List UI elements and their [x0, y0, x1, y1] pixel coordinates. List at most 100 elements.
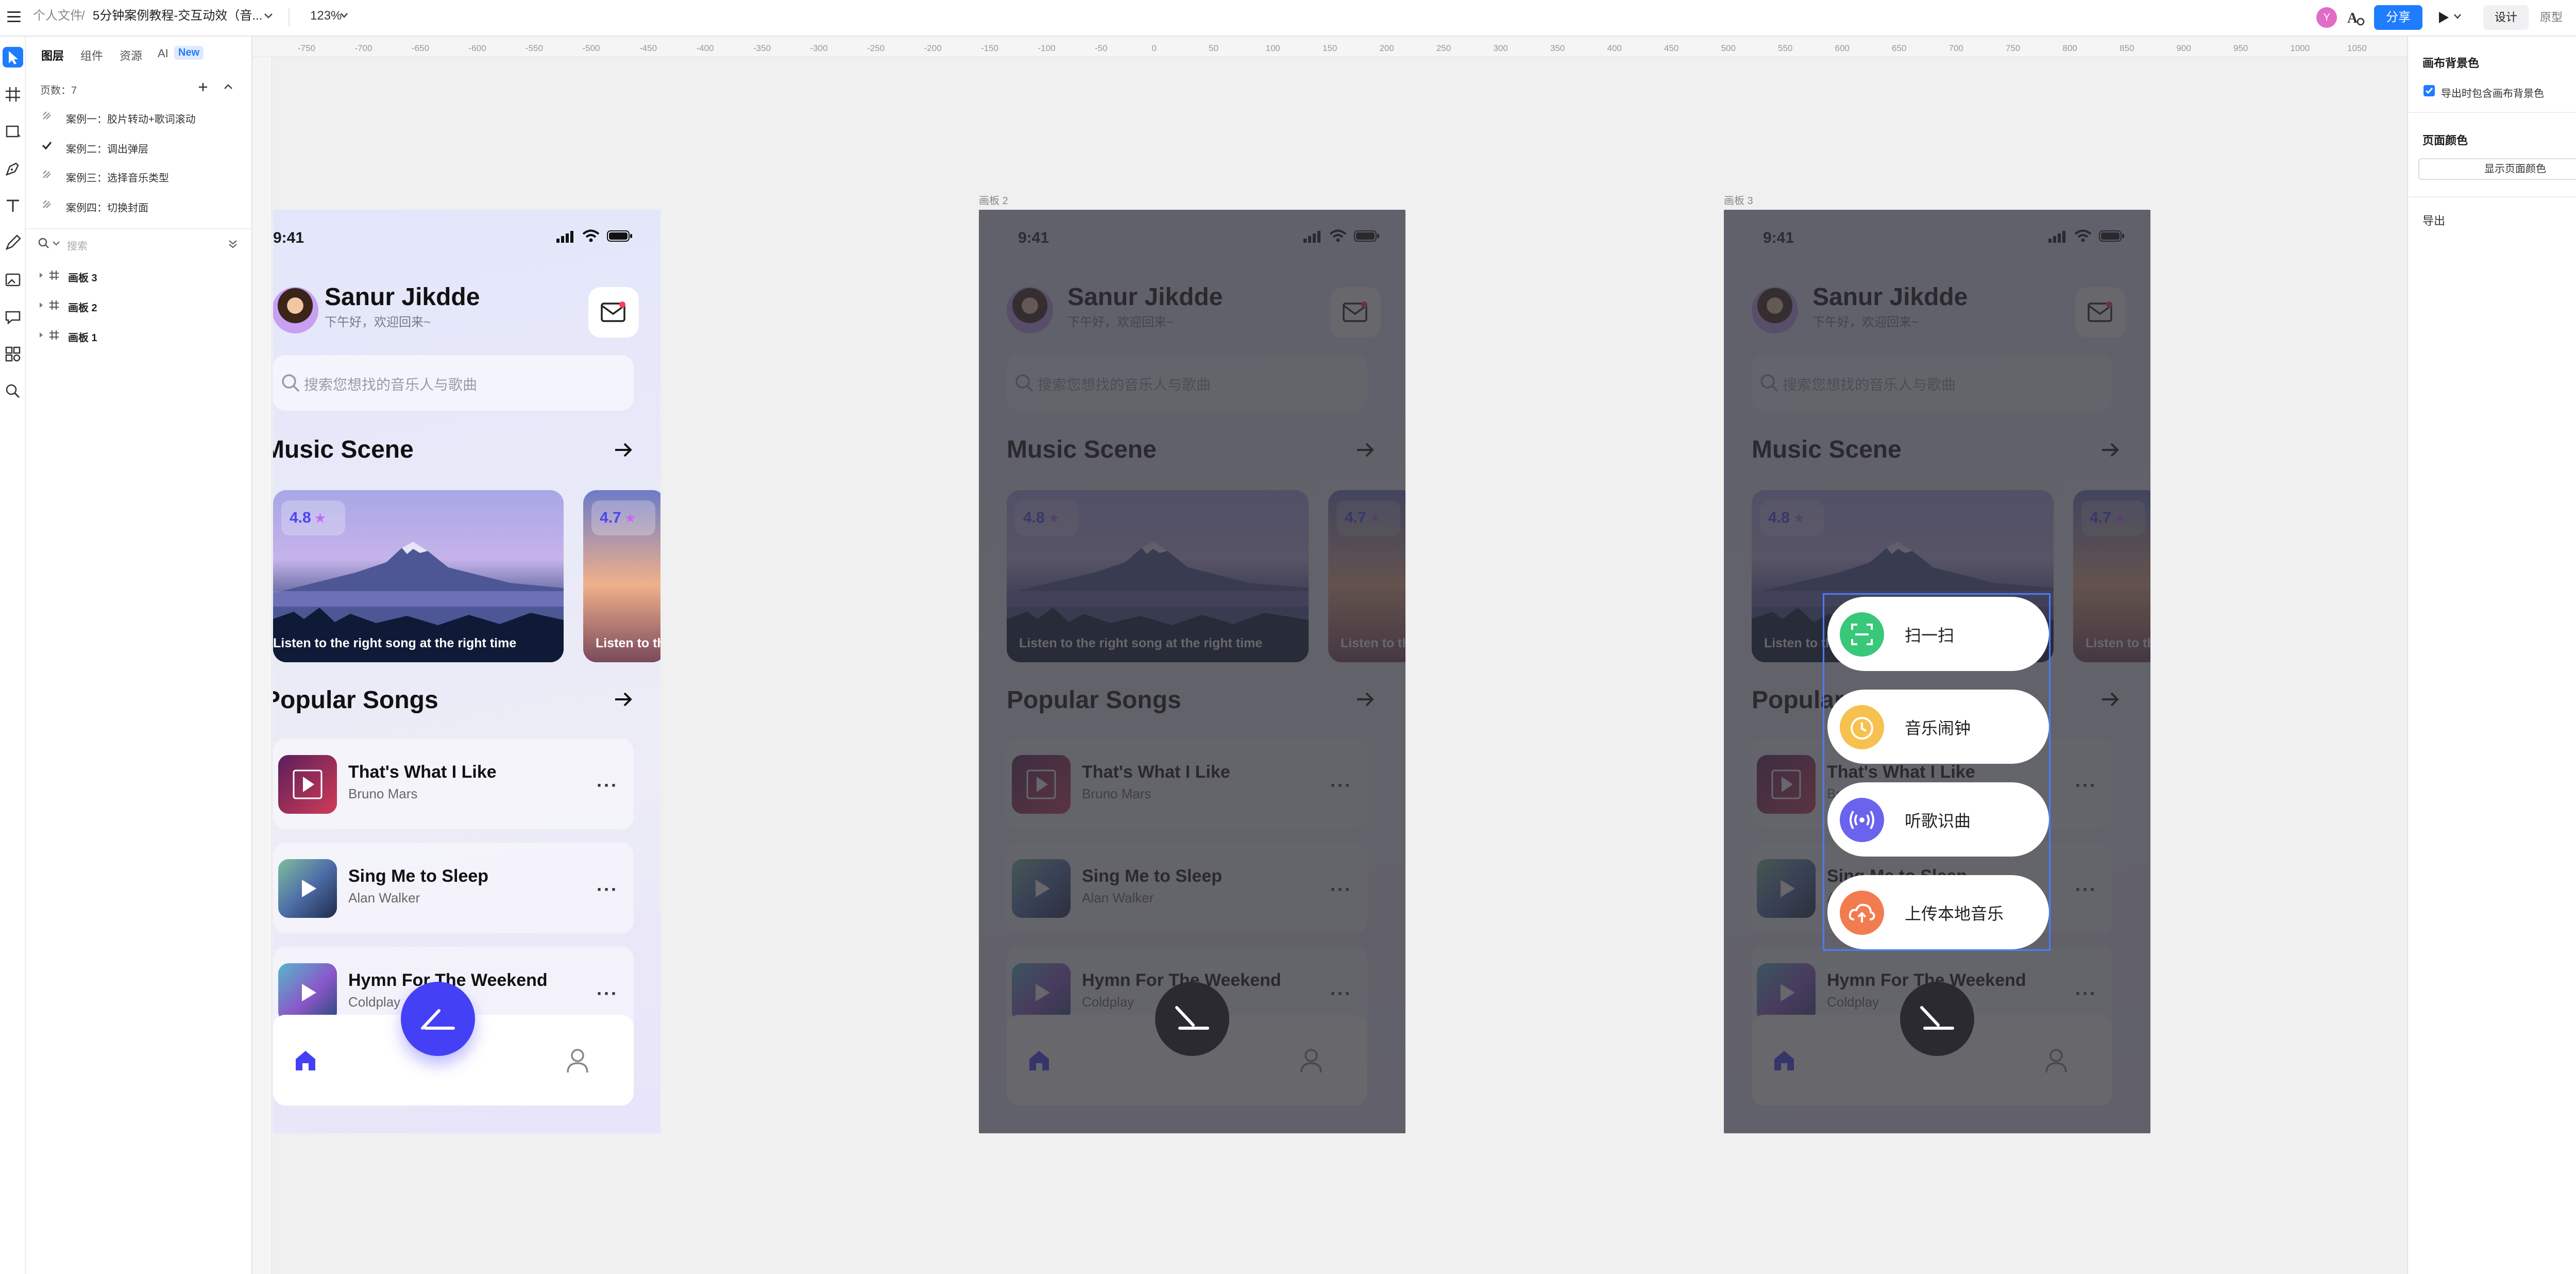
- home-icon[interactable]: [294, 1049, 317, 1072]
- checkmark-icon: [2425, 88, 2433, 94]
- chevron-down-icon[interactable]: [264, 12, 273, 20]
- zoom-level[interactable]: 123%: [310, 8, 342, 24]
- tab-ai[interactable]: AI: [158, 47, 168, 60]
- collapse-all-icon[interactable]: [228, 239, 238, 249]
- new-badge: New: [174, 46, 204, 60]
- more-icon[interactable]: ···: [597, 879, 618, 900]
- close-action-button[interactable]: [1900, 982, 1974, 1056]
- popup-item-scan[interactable]: 扫一扫: [1827, 597, 2049, 671]
- layer-row[interactable]: 画板 3: [68, 270, 97, 284]
- ruler-tick-label: 50: [1209, 43, 1218, 53]
- pen-tool-icon[interactable]: [3, 158, 23, 179]
- plugins-tool-icon[interactable]: [3, 344, 23, 364]
- divider: [2408, 196, 2576, 197]
- comment-tool-icon[interactable]: [3, 307, 23, 327]
- move-tool-icon[interactable]: [3, 47, 23, 68]
- search-bar[interactable]: 搜索您想找的音乐人与歌曲: [273, 355, 634, 411]
- vertical-ruler: [252, 57, 272, 1274]
- music-scene-card[interactable]: 4.8★ Listen to the right song at the rig…: [273, 490, 564, 662]
- text-tool-icon[interactable]: [3, 195, 23, 216]
- more-icon[interactable]: ···: [597, 983, 618, 1004]
- divider: [26, 228, 252, 229]
- chevron-down-icon[interactable]: [2453, 13, 2462, 20]
- search-tool-icon[interactable]: [3, 381, 23, 401]
- layer-row[interactable]: 画板 1: [68, 329, 97, 344]
- tab-design[interactable]: 设计: [2483, 5, 2529, 30]
- mail-icon: [601, 301, 625, 322]
- music-scene-card[interactable]: 4.7★ Listen to the right song at the rig…: [583, 490, 660, 662]
- add-action-button[interactable]: [401, 982, 475, 1056]
- image-tool-icon[interactable]: [3, 270, 23, 290]
- ruler-tick-label: 200: [1379, 43, 1394, 53]
- ruler-tick-label: 400: [1607, 43, 1622, 53]
- tab-assets[interactable]: 资源: [120, 47, 142, 63]
- ruler-tick-label: 150: [1323, 43, 1337, 53]
- page-item-active[interactable]: 案例二：调出弹层: [66, 141, 148, 156]
- avatar[interactable]: [273, 287, 318, 333]
- tab-layers[interactable]: 图层: [41, 47, 64, 63]
- popup-item-alarm[interactable]: 音乐闹钟: [1827, 690, 2049, 764]
- avatar[interactable]: Y: [2316, 7, 2337, 28]
- close-action-button[interactable]: [1155, 982, 1229, 1056]
- scan-icon: [1840, 612, 1884, 657]
- ruler-tick-label: 250: [1436, 43, 1451, 53]
- ruler-tick-label: 900: [2176, 43, 2191, 53]
- font-icon[interactable]: A: [2345, 7, 2366, 28]
- layer-search-input[interactable]: 搜索: [67, 238, 88, 253]
- rating-badge: 4.7★: [591, 500, 655, 535]
- status-bar: 9:41: [273, 225, 660, 246]
- main-menu-icon[interactable]: [7, 11, 21, 23]
- caret-right-icon[interactable]: [38, 301, 44, 309]
- ruler-tick-label: 650: [1892, 43, 1907, 53]
- caret-right-icon[interactable]: [38, 272, 44, 279]
- song-row[interactable]: That's What I Like Bruno Mars ···: [273, 739, 634, 829]
- song-row[interactable]: Sing Me to Sleep Alan Walker ···: [273, 843, 634, 933]
- frame-label[interactable]: 画板 3: [1724, 192, 1753, 207]
- arrow-right-icon[interactable]: [613, 689, 634, 710]
- ruler-tick-label: -300: [810, 43, 828, 53]
- search-icon[interactable]: [37, 237, 50, 250]
- arrow-right-icon[interactable]: [613, 440, 634, 460]
- mail-button[interactable]: [588, 287, 639, 338]
- frame-tool-icon[interactable]: [3, 84, 23, 105]
- page-item[interactable]: 案例一：胶片转动+歌词滚动: [66, 111, 196, 126]
- tab-components[interactable]: 组件: [80, 47, 103, 63]
- chevron-up-icon[interactable]: [224, 83, 233, 90]
- page-item[interactable]: 案例三：选择音乐类型: [66, 170, 169, 185]
- play-icon[interactable]: [2436, 10, 2450, 25]
- tab-prototype[interactable]: 原型: [2529, 5, 2574, 30]
- ruler-tick-label: -550: [526, 43, 544, 53]
- chevron-down-icon[interactable]: [340, 12, 348, 19]
- layer-row[interactable]: 画板 2: [68, 299, 97, 314]
- file-name[interactable]: 5分钟案例教程-交互动效（音...: [93, 8, 262, 24]
- frame-1[interactable]: 9:41 Sanur Jikdde 下午好，欢迎回来~ 搜索您想找的音乐人与歌曲…: [273, 210, 660, 1133]
- popup-item-upload[interactable]: 上传本地音乐: [1827, 875, 2049, 949]
- add-page-icon[interactable]: [197, 81, 209, 93]
- popup-item-label: 上传本地音乐: [1905, 904, 2004, 923]
- chevron-down-icon[interactable]: [53, 241, 60, 246]
- more-icon[interactable]: ···: [597, 775, 618, 796]
- rectangle-tool-icon[interactable]: [3, 121, 23, 142]
- frame-3[interactable]: 9:41 Sanur Jikdde 下午好，欢迎回来~ 搜索您想找的音乐人与歌曲…: [1724, 210, 2150, 1133]
- battery-icon: [607, 230, 632, 242]
- show-page-color-button[interactable]: 显示页面颜色: [2418, 158, 2576, 180]
- frame-2[interactable]: 9:41 Sanur Jikdde 下午好，欢迎回来~ 搜索您想找的音乐人与歌曲…: [979, 210, 1405, 1133]
- ruler-tick-label: 300: [1493, 43, 1508, 53]
- tab-annotate[interactable]: 标注: [2574, 5, 2576, 30]
- page-icon: [41, 110, 53, 124]
- export-bg-checkbox[interactable]: [2424, 85, 2435, 96]
- frame-icon: [49, 330, 59, 340]
- share-button[interactable]: 分享: [2374, 5, 2422, 30]
- page-item[interactable]: 案例四：切换封面: [66, 199, 148, 214]
- profile-icon[interactable]: [566, 1048, 589, 1074]
- play-icon: [302, 880, 316, 897]
- caret-right-icon[interactable]: [38, 331, 44, 339]
- frame-label[interactable]: 画板 2: [979, 192, 1008, 207]
- play-icon: [302, 984, 316, 1001]
- popup-item-recognize[interactable]: 听歌识曲: [1827, 782, 2049, 857]
- breadcrumb-root[interactable]: 个人文件: [33, 8, 82, 24]
- ruler-tick-label: 500: [1721, 43, 1736, 53]
- ruler-tick-label: -750: [298, 43, 316, 53]
- popup-item-label: 扫一扫: [1905, 626, 1955, 645]
- pencil-tool-icon[interactable]: [3, 232, 23, 253]
